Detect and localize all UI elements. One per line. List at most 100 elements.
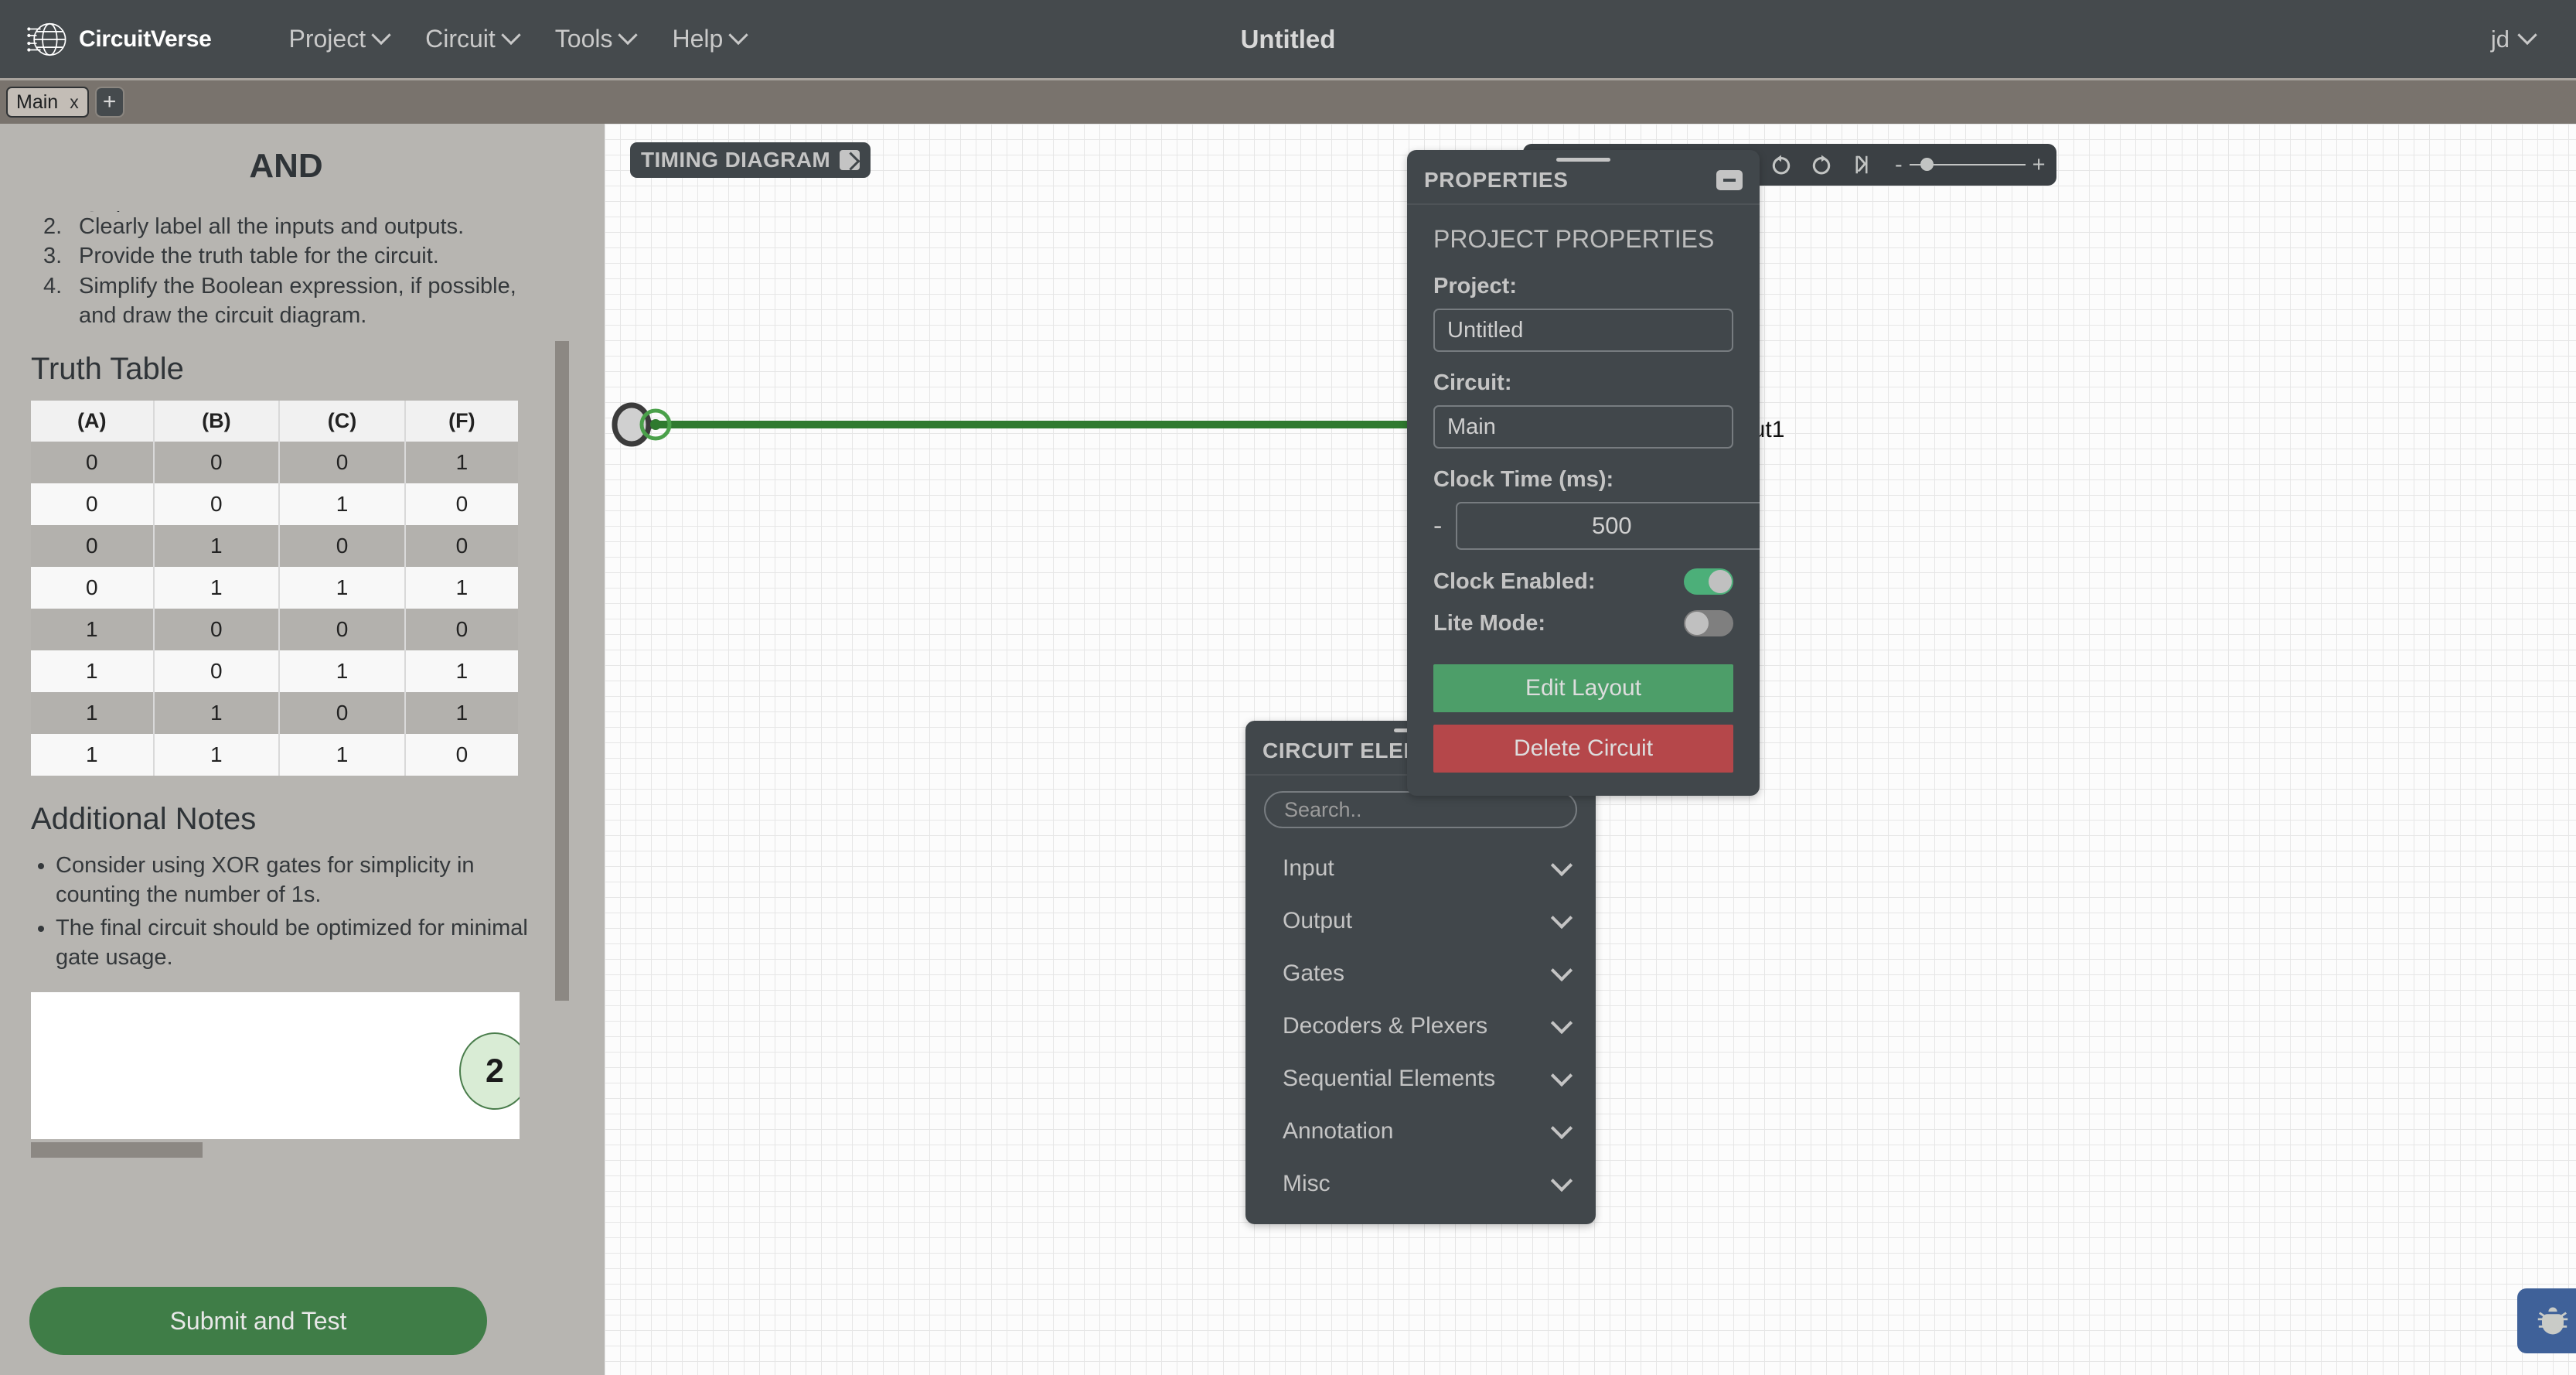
user-menu-label: jd — [2491, 26, 2510, 53]
table-row: 0 1 0 0 — [31, 525, 518, 567]
edit-layout-button[interactable]: Edit Layout — [1433, 664, 1733, 712]
properties-panel-header: PROPERTIES — [1407, 162, 1760, 205]
project-field-label: Project: — [1433, 274, 1733, 299]
nav-item-circuit-label: Circuit — [425, 25, 496, 53]
table-col-b: (B) — [154, 401, 280, 442]
horizontal-scrollbar[interactable] — [31, 1142, 520, 1158]
additional-notes-title: Additional Notes — [31, 802, 572, 837]
circuit-name-input[interactable] — [1433, 405, 1733, 449]
chevron-down-icon — [501, 25, 520, 44]
table-row: 1 0 1 1 — [31, 650, 518, 692]
circuit-tab-bar: Main x + — [0, 80, 2576, 124]
category-annotation[interactable]: Annotation — [1245, 1105, 1596, 1158]
vertical-scrollbar-thumb[interactable] — [555, 341, 569, 1001]
circuit-field-label: Circuit: — [1433, 370, 1733, 396]
search-input[interactable] — [1264, 791, 1577, 828]
project-name-input[interactable] — [1433, 309, 1733, 352]
clock-time-stepper: - + — [1433, 502, 1733, 550]
table-row: 0 1 1 1 — [31, 567, 518, 609]
clock-enabled-label: Clock Enabled: — [1433, 569, 1596, 595]
chevron-down-icon — [1551, 1170, 1573, 1192]
element-category-list: Input Output Gates Decoders & Plexers Se… — [1245, 833, 1596, 1224]
list-item: Consider using XOR gates for simplicity … — [56, 851, 535, 910]
truth-table-title: Truth Table — [31, 352, 572, 387]
category-sequential-elements[interactable]: Sequential Elements — [1245, 1053, 1596, 1105]
circuit-canvas[interactable]: TIMING DIAGRAM — [605, 124, 2576, 1375]
tab-main-label: Main — [16, 91, 58, 114]
circuitverse-logo-icon — [26, 19, 68, 60]
table-row: 1 1 1 0 — [31, 734, 518, 776]
nav-item-tools-label: Tools — [555, 25, 613, 53]
close-icon[interactable]: x — [70, 92, 79, 113]
properties-panel-title: PROPERTIES — [1424, 168, 1568, 193]
table-col-f: (F) — [405, 401, 518, 442]
chevron-down-icon — [1551, 855, 1573, 876]
chevron-down-icon — [371, 25, 390, 44]
chevron-down-icon — [1551, 1012, 1573, 1034]
category-decoders-plexers[interactable]: Decoders & Plexers — [1245, 1000, 1596, 1053]
nav-item-project-label: Project — [289, 25, 366, 53]
nav-item-help[interactable]: Help — [672, 25, 745, 53]
problem-sidebar-scroll-content: AND 1. XOR). 2. Clearly label all the in… — [0, 124, 572, 1270]
table-row: 0 0 0 1 — [31, 442, 518, 483]
clock-enabled-row: Clock Enabled: — [1433, 568, 1733, 595]
lite-mode-label: Lite Mode: — [1433, 611, 1545, 636]
truth-table: (A) (B) (C) (F) 0 0 0 1 0 0 — [31, 401, 518, 776]
properties-panel-body: PROJECT PROPERTIES Project: Circuit: Clo… — [1407, 205, 1760, 796]
clock-time-input[interactable] — [1456, 502, 1760, 550]
add-tab-button[interactable]: + — [95, 87, 124, 118]
clock-time-decrement-button[interactable]: - — [1433, 511, 1442, 541]
list-item: 3. Provide the truth table for the circu… — [43, 241, 540, 271]
list-item: The final circuit should be optimized fo… — [56, 913, 535, 973]
list-item: 2. Clearly label all the inputs and outp… — [43, 212, 540, 241]
horizontal-scrollbar-thumb[interactable] — [31, 1142, 203, 1158]
nav-item-tools[interactable]: Tools — [555, 25, 635, 53]
table-col-a: (A) — [31, 401, 154, 442]
nav-item-project[interactable]: Project — [289, 25, 389, 53]
brand[interactable]: CircuitVerse — [26, 19, 212, 60]
instructions-list: 1. XOR). 2. Clearly label all the inputs… — [43, 206, 540, 330]
page-title: AND — [0, 147, 572, 186]
circuit-preview: 2 — [31, 992, 520, 1139]
chevron-down-icon — [618, 25, 638, 44]
lite-mode-row: Lite Mode: — [1433, 610, 1733, 636]
properties-subtitle: PROJECT PROPERTIES — [1433, 225, 1733, 254]
chevron-down-icon — [1551, 960, 1573, 981]
table-col-c: (C) — [279, 401, 405, 442]
lite-mode-toggle[interactable] — [1684, 610, 1733, 636]
table-row: 0 0 1 0 — [31, 483, 518, 525]
chevron-down-icon — [1551, 1117, 1573, 1139]
submit-and-test-button[interactable]: Submit and Test — [29, 1287, 487, 1355]
report-bug-button[interactable] — [2517, 1288, 2576, 1353]
nav-menu: Project Circuit Tools Help — [289, 25, 746, 53]
category-gates[interactable]: Gates — [1245, 947, 1596, 1000]
chevron-down-icon — [729, 25, 748, 44]
chevron-down-icon — [2517, 25, 2537, 44]
category-output[interactable]: Output — [1245, 895, 1596, 947]
brand-name: CircuitVerse — [79, 26, 212, 53]
minimize-icon[interactable] — [1716, 170, 1743, 190]
chevron-down-icon — [1551, 907, 1573, 929]
table-row: 1 0 0 0 — [31, 609, 518, 650]
list-item: 4. Simplify the Boolean expression, if p… — [43, 271, 540, 331]
table-row: 1 1 0 1 — [31, 692, 518, 734]
top-navbar: CircuitVerse Project Circuit Tools Help … — [0, 0, 2576, 80]
user-menu[interactable]: jd — [2491, 26, 2534, 53]
clock-time-label: Clock Time (ms): — [1433, 467, 1733, 493]
nav-item-help-label: Help — [672, 25, 723, 53]
category-misc[interactable]: Misc — [1245, 1158, 1596, 1210]
circuit-elements-panel: CIRCUIT ELEMENTS Input Output Gates — [1245, 721, 1596, 1224]
delete-circuit-button[interactable]: Delete Circuit — [1433, 725, 1733, 773]
preview-badge: 2 — [459, 1032, 520, 1110]
clock-enabled-toggle[interactable] — [1684, 568, 1733, 595]
list-item: 1. XOR). — [43, 206, 540, 212]
chevron-down-icon — [1551, 1065, 1573, 1087]
properties-panel: PROPERTIES PROJECT PROPERTIES Project: C… — [1407, 150, 1760, 796]
category-input[interactable]: Input — [1245, 842, 1596, 895]
tab-main[interactable]: Main x — [6, 87, 89, 118]
additional-notes-list: Consider using XOR gates for simplicity … — [56, 851, 535, 972]
nav-item-circuit[interactable]: Circuit — [425, 25, 518, 53]
bug-icon — [2537, 1305, 2569, 1337]
table-header-row: (A) (B) (C) (F) — [31, 401, 518, 442]
problem-sidebar: AND 1. XOR). 2. Clearly label all the in… — [0, 124, 605, 1375]
